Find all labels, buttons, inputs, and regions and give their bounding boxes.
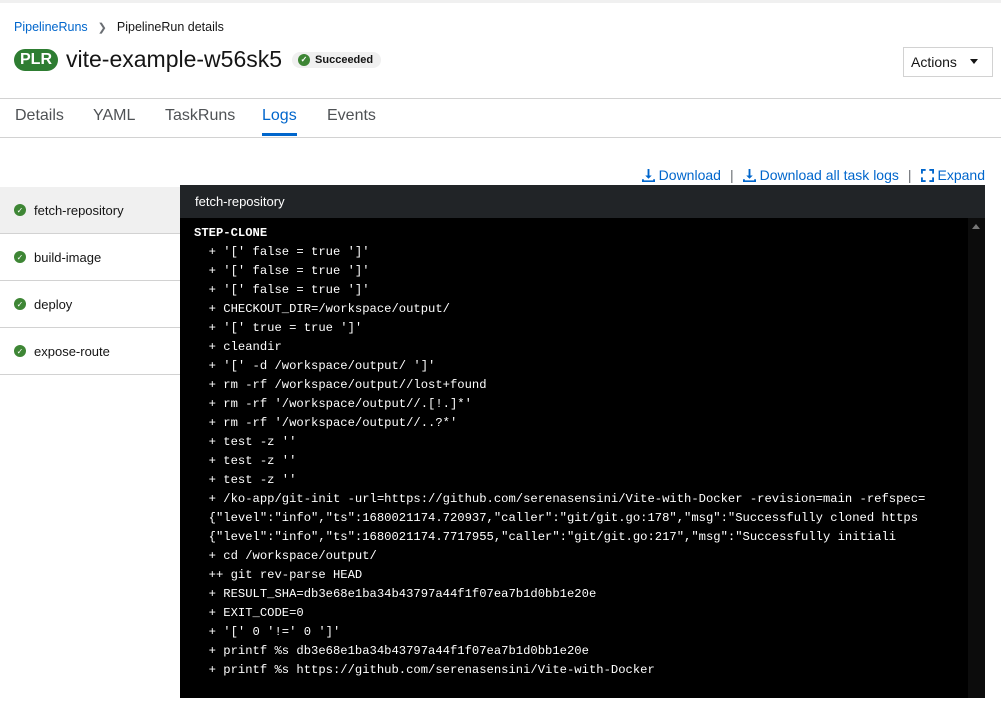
task-item-fetch-repository[interactable]: ✓ fetch-repository xyxy=(0,187,180,234)
toolbar-separator: | xyxy=(907,167,912,183)
log-line: + '[' false = true ']' xyxy=(194,283,370,297)
log-line: + printf %s https://github.com/serenasen… xyxy=(194,663,655,677)
tab-yaml[interactable]: YAML xyxy=(93,107,135,136)
log-viewer: fetch-repository STEP-CLONE + '[' false … xyxy=(180,185,985,698)
download-icon xyxy=(641,168,655,182)
chevron-right-icon: ❯ xyxy=(97,21,107,34)
download-button[interactable]: Download xyxy=(641,167,721,183)
log-line: + CHECKOUT_DIR=/workspace/output/ xyxy=(194,302,450,316)
task-list: ✓ fetch-repository ✓ build-image ✓ deplo… xyxy=(0,187,180,375)
log-line: + '[' true = true ']' xyxy=(194,321,363,335)
breadcrumb-pipelineruns-link[interactable]: PipelineRuns xyxy=(14,20,88,34)
actions-label: Actions xyxy=(911,54,957,70)
download-label: Download xyxy=(658,167,721,183)
log-line: + cd /workspace/output/ xyxy=(194,549,377,563)
check-circle-icon: ✓ xyxy=(298,53,311,66)
breadcrumb: PipelineRuns ❯ PipelineRun details xyxy=(14,20,224,34)
check-circle-icon: ✓ xyxy=(14,298,26,310)
check-circle-icon: ✓ xyxy=(14,251,26,263)
log-line: + '[' false = true ']' xyxy=(194,245,370,259)
scroll-up-arrow-icon xyxy=(972,224,980,229)
log-line: + test -z '' xyxy=(194,473,297,487)
log-line: + rm -rf /workspace/output//lost+found xyxy=(194,378,487,392)
log-scrollbar[interactable] xyxy=(968,218,985,698)
tab-taskruns[interactable]: TaskRuns xyxy=(165,107,235,136)
log-toolbar: Download | Download all task logs | Expa… xyxy=(641,167,985,183)
actions-dropdown[interactable]: Actions xyxy=(903,47,993,77)
log-content[interactable]: STEP-CLONE + '[' false = true ']' + '[' … xyxy=(180,218,968,704)
log-line: + /ko-app/git-init -url=https://github.c… xyxy=(194,492,926,506)
breadcrumb-current: PipelineRun details xyxy=(116,20,224,34)
task-label: fetch-repository xyxy=(34,202,124,218)
expand-label: Expand xyxy=(937,167,985,183)
log-line: + cleandir xyxy=(194,340,282,354)
tab-details[interactable]: Details xyxy=(15,107,64,136)
log-line: + rm -rf '/workspace/output//..?*' xyxy=(194,416,458,430)
download-all-button[interactable]: Download all task logs xyxy=(742,167,899,183)
tab-events[interactable]: Events xyxy=(327,107,376,136)
task-label: build-image xyxy=(34,249,102,265)
expand-icon xyxy=(920,168,934,182)
log-line: + '[' -d /workspace/output/ ']' xyxy=(194,359,436,373)
page-header: PLR vite-example-w56sk5 ✓ Succeeded xyxy=(14,46,382,73)
task-label: deploy xyxy=(34,296,73,312)
download-icon xyxy=(742,168,756,182)
status-label: Succeeded xyxy=(315,53,374,66)
log-line: + rm -rf '/workspace/output//.[!.]*' xyxy=(194,397,472,411)
resource-type-badge: PLR xyxy=(14,48,58,71)
log-line: + EXIT_CODE=0 xyxy=(194,606,304,620)
tab-bar: Details YAML TaskRuns Logs Events xyxy=(0,99,1001,138)
task-item-deploy[interactable]: ✓ deploy xyxy=(0,281,180,328)
download-all-label: Download all task logs xyxy=(759,167,899,183)
log-header: fetch-repository xyxy=(180,185,985,218)
log-line: + test -z '' xyxy=(194,435,297,449)
top-border xyxy=(0,0,1001,3)
log-line: ++ git rev-parse HEAD xyxy=(194,568,363,582)
task-item-build-image[interactable]: ✓ build-image xyxy=(0,234,180,281)
task-item-expose-route[interactable]: ✓ expose-route xyxy=(0,328,180,375)
check-circle-icon: ✓ xyxy=(14,204,26,216)
tab-logs[interactable]: Logs xyxy=(262,107,297,136)
log-line: + test -z '' xyxy=(194,454,297,468)
log-line: {"level":"info","ts":1680021174.7717955,… xyxy=(194,530,897,544)
expand-button[interactable]: Expand xyxy=(920,167,985,183)
log-line: {"level":"info","ts":1680021174.720937,"… xyxy=(194,511,919,525)
caret-down-icon xyxy=(970,59,978,64)
log-line: STEP-CLONE xyxy=(194,226,268,240)
page-title: vite-example-w56sk5 xyxy=(66,46,283,72)
check-circle-icon: ✓ xyxy=(14,345,26,357)
status-badge: ✓ Succeeded xyxy=(292,51,382,68)
log-line: + '[' false = true ']' xyxy=(194,264,370,278)
log-line: + '[' 0 '!=' 0 ']' xyxy=(194,625,341,639)
log-line: + printf %s db3e68e1ba34b43797a44f1f07ea… xyxy=(194,644,589,658)
log-line: + RESULT_SHA=db3e68e1ba34b43797a44f1f07e… xyxy=(194,587,597,601)
task-label: expose-route xyxy=(34,343,110,359)
toolbar-separator: | xyxy=(729,167,734,183)
